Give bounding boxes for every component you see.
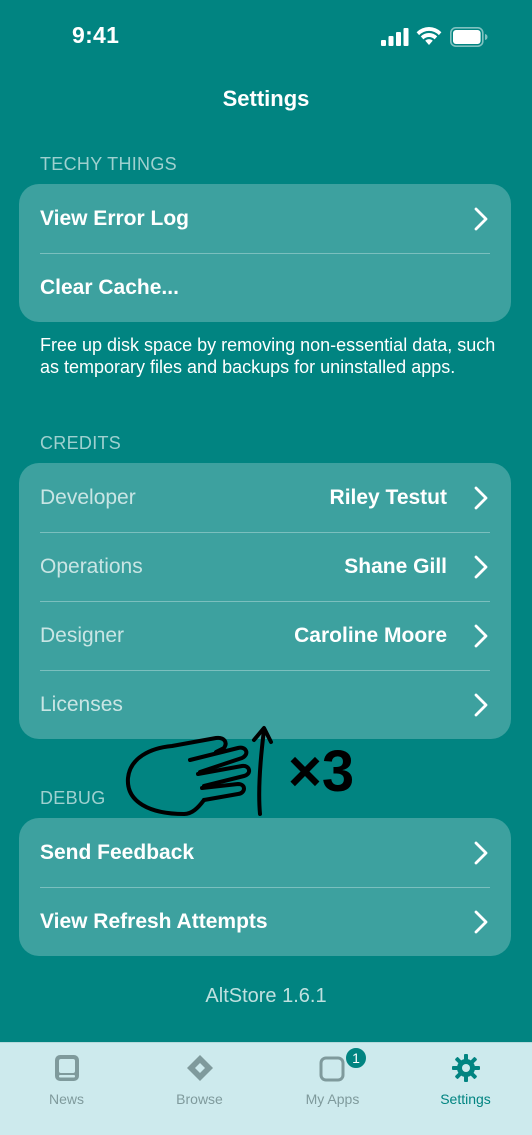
send-feedback-row[interactable]: Send Feedback [19,818,511,887]
chevron-right-icon [474,207,488,231]
clear-cache-label: Clear Cache... [40,275,179,299]
tab-my-apps[interactable]: 1 My Apps [266,1043,399,1135]
view-refresh-attempts-label: View Refresh Attempts [40,909,268,933]
my-apps-badge: 1 [344,1046,368,1070]
credits-row-operations[interactable]: Operations Shane Gill [19,532,511,601]
chevron-right-icon [474,693,488,717]
section-header-techy: TECHY THINGS [40,154,177,174]
credit-name-value: Riley Testut [329,485,447,509]
chevron-right-icon [474,910,488,934]
credits-row-developer[interactable]: Developer Riley Testut [19,463,511,532]
chevron-right-icon [474,555,488,579]
battery-icon [450,27,488,47]
tab-label: Settings [440,1091,491,1107]
tab-bar: News Browse 1 My Apps Settings [0,1042,532,1135]
tab-browse[interactable]: Browse [133,1043,266,1135]
tab-label: Browse [176,1091,223,1107]
tab-label: News [48,1091,84,1107]
send-feedback-label: Send Feedback [40,840,195,864]
credits-row-designer[interactable]: Designer Caroline Moore [19,601,511,670]
page-title: Settings [222,86,310,111]
cellular-signal-icon [381,28,409,46]
credit-role-label: Operations [40,554,143,578]
gesture-hint: ×3 [120,722,400,822]
tab-label: My Apps [305,1091,360,1107]
chevron-right-icon [474,486,488,510]
section-header-debug: DEBUG [40,788,106,808]
chevron-right-icon [474,624,488,648]
credit-name-value: Shane Gill [344,554,447,578]
view-error-log-row[interactable]: View Error Log [19,184,511,253]
view-error-log-label: View Error Log [40,206,189,230]
settings-screen: 9:41 Settings TECHY THINGS View Error Lo… [0,0,532,1135]
my-apps-icon [319,1056,344,1082]
techy-group: View Error Log Clear Cache... [19,184,511,322]
credit-role-label: Licenses [40,692,123,716]
chevron-right-icon [474,841,488,865]
status-bar: 9:41 [0,0,532,76]
browse-icon [186,1055,213,1081]
news-icon [54,1055,79,1081]
tab-settings[interactable]: Settings [399,1043,532,1135]
clear-cache-row[interactable]: Clear Cache... [19,253,511,322]
status-time: 9:41 [72,22,120,48]
credit-role-label: Designer [40,623,125,647]
clear-cache-footnote: Free up disk space by removing non-essen… [40,335,496,377]
credit-role-label: Developer [40,485,136,509]
wifi-icon [416,27,442,45]
app-version-label: AltStore 1.6.1 [205,985,327,1007]
debug-group: Send Feedback View Refresh Attempts [19,818,511,956]
gear-icon [451,1054,480,1082]
gesture-multiplier-label: ×3 [288,739,355,804]
tab-news[interactable]: News [0,1043,133,1135]
three-finger-swipe-up-icon [125,726,273,816]
credit-name-value: Caroline Moore [294,623,447,647]
credits-group: Developer Riley Testut Operations Shane … [19,463,511,739]
section-header-credits: CREDITS [40,433,122,453]
view-refresh-attempts-row[interactable]: View Refresh Attempts [19,887,511,956]
